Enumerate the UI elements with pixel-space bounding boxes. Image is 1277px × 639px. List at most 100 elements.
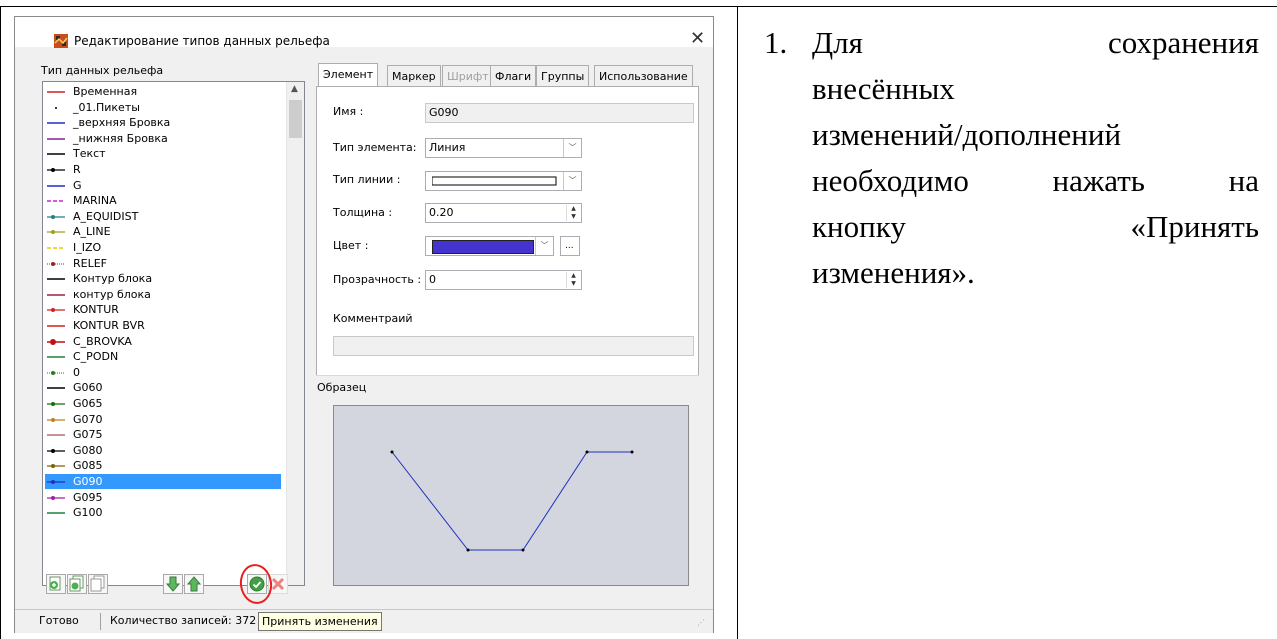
list-item-label: _нижняя Бровка [73,131,168,145]
list-item[interactable]: Временная [45,84,281,99]
list-item[interactable]: C_BROVKA [45,334,281,349]
relief-types-list[interactable]: Временная _01.Пикеты _верхняя Бровка _нижня… [42,81,305,586]
line-style-icon [47,294,65,296]
move-down-icon[interactable] [163,574,183,594]
instruction-line: необходимо нажать на [812,158,1259,204]
list-item[interactable]: MARINA [45,193,281,208]
list-item[interactable]: G060 [45,380,281,395]
list-item-label: RELEF [73,256,107,270]
list-item[interactable]: Контур блока [45,271,281,286]
table-border-middle [737,6,738,639]
element-type-value: Линия [429,141,466,154]
list-item[interactable]: G100 [45,505,281,520]
list-item[interactable]: G [45,178,281,193]
list-item-label: Текст [73,147,106,161]
list-item[interactable]: G085 [45,458,281,473]
line-style-icon [47,138,65,140]
tab-marker[interactable]: Маркер [387,65,441,86]
list-item[interactable]: _01.Пикеты [45,100,281,115]
tab-usage[interactable]: Использование [594,65,693,86]
close-icon[interactable]: ✕ [690,29,705,49]
chevron-down-icon: ﹀ [563,139,581,157]
list-item[interactable]: _верхняя Бровка [45,115,281,130]
copy-icon[interactable] [88,574,108,594]
app-icon [54,34,68,48]
line-style-icon [47,247,65,249]
line-style-icon [47,512,65,514]
list-item[interactable]: Текст [45,146,281,161]
list-item[interactable]: 0 [45,365,281,380]
list-item[interactable]: G065 [45,396,281,411]
line-style-icon [47,278,65,280]
list-item[interactable]: KONTUR BVR [45,318,281,333]
resize-grip-icon[interactable]: ⋰ [697,618,705,627]
line-style-icon [47,153,65,156]
instruction-word: Для [812,25,863,60]
line-type-label: Тип линии : [333,173,401,186]
color-picker-button[interactable]: ... [560,236,580,256]
add-icon[interactable] [46,574,66,594]
list-item[interactable]: контур блока [45,287,281,302]
line-style-icon [47,370,65,375]
line-style-icon [47,338,65,345]
sample-line-drawing [390,450,634,552]
tab-flags[interactable]: Флаги [490,65,537,86]
sample-polyline [391,451,632,551]
list-item-label: Контур блока [73,272,153,286]
status-record-count: Количество записей: 372 [110,614,257,627]
list-item-label: G070 [73,412,103,426]
list-scrollbar[interactable]: ▲ [286,82,304,585]
element-tab-panel: Имя : G090 Тип элемента: Линия ﹀ Тип лин… [316,86,699,376]
tab-font[interactable]: Шрифт [442,65,494,86]
line-style-icon [47,184,65,187]
list-item-label: C_BROVKA [73,334,132,348]
list-item-label: G085 [73,459,103,473]
scroll-thumb[interactable] [289,100,302,138]
list-item-label: I_IZO [73,241,102,254]
name-field[interactable]: G090 [425,103,694,123]
add-copy-icon[interactable] [67,574,87,594]
thickness-stepper[interactable]: 0.20 ▲ ▼ [425,203,582,223]
list-item[interactable]: G080 [45,443,281,458]
list-item[interactable]: C_PODN [45,349,281,364]
spin-arrows-icon[interactable]: ▲ ▼ [566,205,580,221]
list-item[interactable]: G075 [45,427,281,442]
instruction-line: внесённых [812,66,955,112]
list-item-label: KONTUR BVR [73,319,145,332]
line-type-select[interactable]: ﹀ [425,171,582,191]
status-separator [100,613,101,630]
line-type-preview [432,176,557,186]
list-item-label: C_PODN [73,350,119,364]
list-item[interactable]: G095 [45,490,281,505]
instruction-word: изменений/дополнений [812,117,1122,152]
instruction-line: изменений/дополнений [812,112,1121,158]
list-item-label: G095 [73,490,103,504]
list-item[interactable]: R [45,162,281,177]
tab-element[interactable]: Элемент [318,63,379,87]
instruction-line: кнопку «Принять [812,204,1259,250]
list-item-label: KONTUR [73,303,119,317]
list-item[interactable]: A_LINE [45,224,281,239]
color-select[interactable]: ﹀ [425,236,554,256]
list-item[interactable]: G070 [45,412,281,427]
list-item[interactable]: G090 [45,474,281,489]
line-style-icon [47,448,65,453]
dialog-title: Редактирование типов данных рельефа [74,34,330,48]
line-style-icon [47,214,65,219]
transparency-stepper[interactable]: 0 ▲ ▼ [425,270,582,290]
list-label: Тип данных рельефа [41,64,164,77]
instruction-line: изменения». [812,250,975,296]
tab-groups[interactable]: Группы [536,65,590,86]
spin-arrows-icon[interactable]: ▲ ▼ [566,272,580,288]
scroll-up-icon[interactable]: ▲ [291,84,298,94]
list-item[interactable]: KONTUR [45,302,281,317]
element-type-select[interactable]: Линия ﹀ [425,138,582,158]
list-item[interactable]: A_EQUIDIST [45,209,281,224]
list-item[interactable]: RELEF [45,256,281,271]
list-item[interactable]: _нижняя Бровка [45,131,281,146]
sample-label: Образец [317,381,367,394]
move-up-icon[interactable] [184,574,204,594]
line-style-icon [47,434,65,436]
comment-field[interactable] [333,336,694,356]
list-item[interactable]: I_IZO [45,240,281,255]
